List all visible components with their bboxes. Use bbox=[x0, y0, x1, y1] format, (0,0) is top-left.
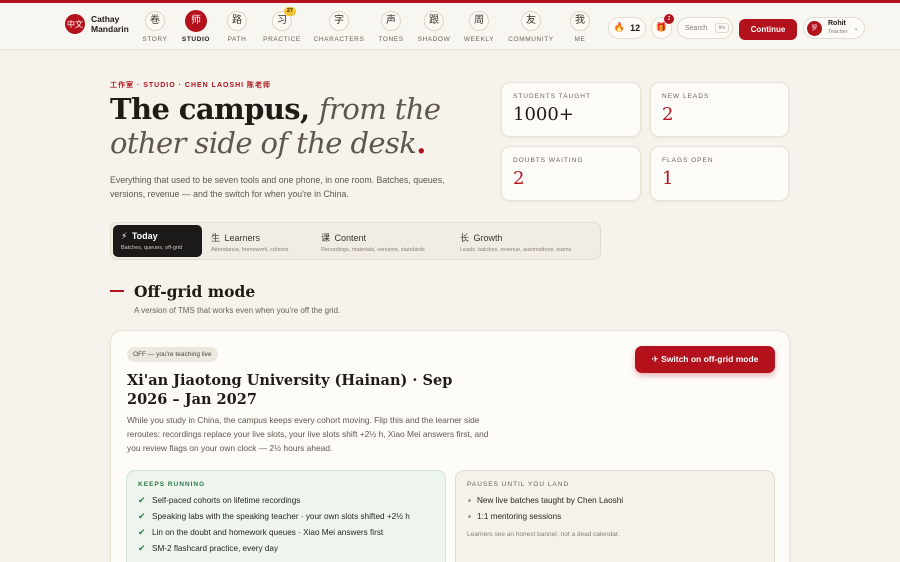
characters-glyph-icon: 字 bbox=[329, 11, 349, 31]
stat-students-taught: STUDENTS TAUGHT 1000+ bbox=[501, 82, 641, 137]
brand-name: Cathay Mandarin bbox=[91, 14, 129, 34]
top-navigation: 中文 Cathay Mandarin 卷 STORY 师 STUDIO 路 PA… bbox=[0, 3, 900, 50]
nav-label: PRACTICE bbox=[263, 36, 301, 43]
path-glyph-icon: 路 bbox=[227, 11, 247, 31]
pauses-note: Learners see an honest banner, not a dea… bbox=[467, 531, 620, 538]
search-button[interactable]: Search ⌘K bbox=[677, 17, 733, 39]
nav-me[interactable]: 我 ME bbox=[550, 11, 610, 43]
user-role: Teacher bbox=[828, 29, 848, 35]
growth-glyph-icon: 长 bbox=[460, 234, 470, 244]
continue-button[interactable]: Continue bbox=[739, 19, 797, 40]
brand[interactable]: 中文 Cathay Mandarin bbox=[65, 14, 129, 34]
streak-counter[interactable]: 🔥 12 bbox=[608, 17, 646, 39]
list-item: New live batches taught by Chen Laoshi bbox=[467, 495, 763, 506]
streak-count: 12 bbox=[630, 23, 641, 33]
stat-new-leads[interactable]: NEW LEADS 2 bbox=[650, 82, 789, 137]
search-label: Search bbox=[685, 24, 708, 32]
learners-glyph-icon: 生 bbox=[211, 234, 221, 244]
nav-label: WEEKLY bbox=[463, 36, 495, 43]
tab-content[interactable]: 课 Content Recordings, materials, version… bbox=[313, 225, 451, 257]
section-dash bbox=[110, 290, 124, 292]
keeps-running-label: KEEPS RUNNING bbox=[138, 481, 206, 488]
gift-button[interactable]: 🎁 2 bbox=[651, 14, 674, 39]
status-badge: OFF — you're teaching live bbox=[127, 347, 218, 362]
switch-off-grid-button[interactable]: ✈ Switch on off-grid mode bbox=[635, 346, 775, 373]
pauses-box: PAUSES UNTIL YOU LAND New live batches t… bbox=[455, 470, 775, 562]
pauses-label: PAUSES UNTIL YOU LAND bbox=[467, 481, 570, 488]
user-name: Rohit bbox=[828, 20, 846, 27]
list-item: ✔ SM-2 flashcard practice, every day bbox=[138, 543, 279, 554]
check-icon: ✔ bbox=[138, 511, 146, 522]
tones-glyph-icon: 声 bbox=[381, 11, 401, 31]
list-item: ✔ Self-paced cohorts on lifetime recordin… bbox=[138, 495, 301, 506]
user-menu[interactable]: 罗 Rohit Teacher ⌄ bbox=[803, 17, 865, 39]
tab-today[interactable]: ⚡ Today Batches, queues, off-grid bbox=[113, 225, 202, 257]
nav-practice[interactable]: 习 27 PRACTICE bbox=[252, 7, 312, 43]
page-lede: Everything that used to be seven tools a… bbox=[110, 175, 445, 199]
user-info: Rohit Teacher bbox=[828, 20, 848, 36]
avatar: 罗 bbox=[807, 20, 822, 36]
brand-logo-icon: 中文 bbox=[65, 14, 85, 34]
chevron-down-icon: ⌄ bbox=[853, 24, 859, 32]
list-item: ✔ Lin on the doubt and homework queues · … bbox=[138, 527, 384, 538]
studio-tabs: ⚡ Today Batches, queues, off-grid 生 Lear… bbox=[110, 222, 601, 260]
bullet-icon bbox=[468, 499, 471, 502]
section-subtitle: A version of TMS that works even when yo… bbox=[134, 306, 341, 315]
content-glyph-icon: 课 bbox=[321, 234, 331, 244]
shadow-glyph-icon: 跟 bbox=[424, 11, 444, 31]
check-icon: ✔ bbox=[138, 527, 146, 538]
card-title: Xi'an Jiaotong University (Hainan) · Sep… bbox=[127, 372, 453, 408]
page-eyebrow: 工作室 · STUDIO · CHEN LAOSHI 陈老师 bbox=[110, 82, 272, 89]
nav-label: ME bbox=[574, 36, 586, 43]
card-description: While you study in China, the campus kee… bbox=[127, 415, 489, 453]
me-glyph-icon: 我 bbox=[570, 11, 590, 31]
weekly-glyph-icon: 周 bbox=[469, 11, 489, 31]
practice-count-badge: 27 bbox=[283, 7, 296, 16]
gift-icon: 🎁 bbox=[655, 23, 668, 33]
keeps-running-box: KEEPS RUNNING ✔ Self-paced cohorts on lif… bbox=[126, 470, 446, 562]
list-item: 1:1 mentoring sessions bbox=[467, 511, 763, 522]
stat-doubts-waiting[interactable]: DOUBTS WAITING 2 bbox=[501, 146, 641, 201]
page-title: The campus, from the other side of the d… bbox=[110, 92, 441, 160]
check-icon: ✔ bbox=[138, 495, 146, 506]
nav-label: CHARACTERS bbox=[313, 36, 365, 43]
bullet-icon bbox=[468, 515, 471, 518]
list-item: ✔ Speaking labs with the speaking teacher… bbox=[138, 511, 410, 522]
nav-characters[interactable]: 字 CHARACTERS bbox=[309, 11, 369, 43]
community-glyph-icon: 友 bbox=[521, 11, 541, 31]
tab-growth[interactable]: 长 Growth Leads, batches, revenue, automa… bbox=[452, 225, 598, 257]
search-shortcut: ⌘K bbox=[715, 23, 729, 33]
practice-glyph-icon: 习 27 bbox=[272, 7, 296, 31]
story-glyph-icon: 卷 bbox=[145, 11, 165, 31]
check-icon: ✔ bbox=[138, 543, 146, 554]
gift-count-badge: 2 bbox=[664, 14, 674, 24]
off-grid-card: OFF — you're teaching live ✈ Switch on o… bbox=[110, 330, 790, 562]
tab-learners[interactable]: 生 Learners Attendance, homework, cohorts bbox=[203, 225, 311, 257]
stat-flags-open[interactable]: FLAGS OPEN 1 bbox=[650, 146, 789, 201]
nav-weekly[interactable]: 周 WEEKLY bbox=[449, 11, 509, 43]
section-title: Off-grid mode bbox=[134, 282, 256, 301]
fire-icon: 🔥 bbox=[613, 23, 626, 33]
bolt-icon: ⚡ bbox=[121, 232, 128, 242]
studio-glyph-icon: 师 bbox=[185, 10, 207, 32]
